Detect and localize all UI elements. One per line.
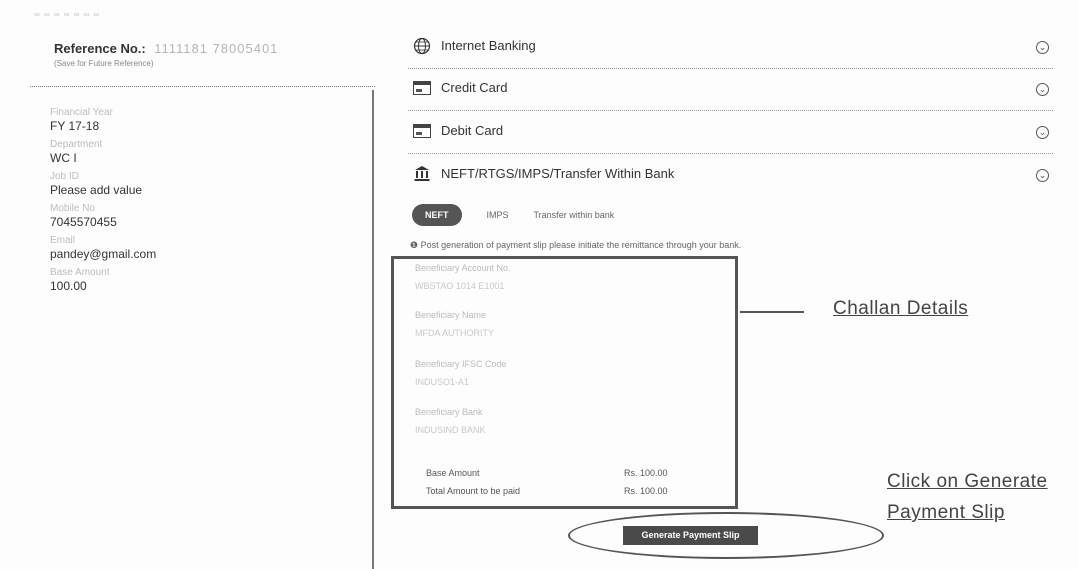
field-value: pandey@gmail.com	[50, 247, 157, 261]
tab-transfer-within-bank[interactable]: Transfer within bank	[534, 210, 615, 220]
annotation-challan-details: Challan Details	[833, 298, 969, 319]
base-amount-value: Rs. 100.00	[624, 468, 668, 478]
field-value: 7045570455	[50, 215, 117, 229]
field-label: Financial Year	[50, 107, 113, 118]
reference-label: Reference No.:	[54, 41, 146, 56]
chevron-down-icon[interactable]: ⌄	[1036, 41, 1049, 54]
beneficiary-ifsc-value: INDUSO1-A1	[415, 377, 470, 387]
summary-panel: Reference No.: 1111181 78005401 (Save fo…	[30, 40, 375, 293]
field-label: Email	[50, 235, 76, 246]
total-amount-value: Rs. 100.00	[624, 486, 668, 496]
tab-imps[interactable]: IMPS	[487, 210, 509, 220]
total-amount-row: Total Amount to be paid Rs. 100.00	[426, 486, 696, 496]
transfer-tabs: NEFT IMPS Transfer within bank	[412, 204, 614, 226]
section-credit-card[interactable]: Credit Card ⌄	[408, 69, 1053, 111]
base-amount-row: Base Amount Rs. 100.00	[426, 468, 696, 478]
field-department: Department WC I	[50, 139, 156, 171]
section-title: Credit Card	[441, 80, 508, 95]
top-note: ∞ ∞ ∞ ∞ ∞ ∞ ∞	[34, 10, 101, 19]
beneficiary-bank-label: Beneficiary Bank	[415, 407, 483, 417]
field-base-amount: Base Amount 100.00	[50, 267, 156, 299]
beneficiary-account-label: Beneficiary Account No.	[415, 263, 511, 273]
reference-note: (Save for Future Reference)	[54, 59, 154, 68]
beneficiary-name: Beneficiary Name MFDA AUTHORITY	[415, 310, 494, 338]
beneficiary-ifsc-label: Beneficiary IFSC Code	[415, 359, 507, 369]
section-title: Debit Card	[441, 123, 504, 138]
field-email: Email pandey@gmail.com	[50, 235, 156, 267]
field-value: Please add value	[50, 183, 143, 197]
section-title: Internet Banking	[441, 38, 536, 53]
field-mobile: Mobile No 7045570455	[50, 203, 156, 235]
annotation-click-generate-line1: Click on Generate	[887, 471, 1048, 492]
field-job-id: Job ID Please add value	[50, 171, 156, 203]
field-financial-year: Financial Year FY 17-18	[50, 107, 156, 139]
total-amount-label: Total Amount to be paid	[426, 486, 521, 496]
beneficiary-name-label: Beneficiary Name	[415, 310, 487, 320]
divider	[30, 86, 375, 87]
section-bank-transfer[interactable]: NEFT/RTGS/IMPS/Transfer Within Bank ⌄	[408, 155, 1053, 197]
info-text: Post generation of payment slip please i…	[420, 240, 742, 250]
column-divider	[372, 90, 374, 569]
info-icon: ❶	[410, 240, 421, 250]
info-message: ❶ Post generation of payment slip please…	[410, 240, 741, 251]
debit-card-icon	[412, 122, 432, 140]
beneficiary-account: Beneficiary Account No. WBSTAO 1014 E100…	[415, 263, 511, 291]
annotation-click-generate-line2: Payment Slip	[887, 502, 1005, 523]
field-label: Mobile No	[50, 203, 96, 214]
field-label: Job ID	[50, 171, 79, 182]
beneficiary-account-value: WBSTAO 1014 E1001	[415, 281, 505, 291]
beneficiary-bank: Beneficiary Bank INDUSIND BANK	[415, 407, 486, 435]
details-list: Financial Year FY 17-18 Department WC I …	[50, 107, 156, 299]
section-title: NEFT/RTGS/IMPS/Transfer Within Bank	[441, 166, 675, 181]
challan-details-box: Beneficiary Account No. WBSTAO 1014 E100…	[391, 256, 738, 509]
field-value: FY 17-18	[50, 119, 100, 133]
field-value: WC I	[50, 151, 77, 165]
field-value: 100.00	[50, 279, 87, 293]
chevron-down-icon[interactable]: ⌄	[1036, 126, 1049, 139]
base-amount-label: Base Amount	[426, 468, 480, 478]
generate-payment-slip-button[interactable]: Generate Payment Slip	[623, 526, 758, 545]
annotation-connector	[740, 311, 804, 313]
field-label: Base Amount	[50, 267, 110, 278]
beneficiary-name-value: MFDA AUTHORITY	[415, 328, 495, 338]
globe-icon	[412, 37, 432, 55]
beneficiary-ifsc: Beneficiary IFSC Code INDUSO1-A1	[415, 359, 507, 387]
bank-transfer-icon	[412, 165, 432, 183]
field-label: Department	[50, 139, 103, 150]
section-internet-banking[interactable]: Internet Banking ⌄	[408, 27, 1053, 69]
reference-block: Reference No.: 1111181 78005401 (Save fo…	[30, 40, 375, 68]
tab-neft[interactable]: NEFT	[412, 204, 462, 226]
section-debit-card[interactable]: Debit Card ⌄	[408, 112, 1053, 154]
chevron-down-icon[interactable]: ⌄	[1036, 169, 1049, 182]
reference-value: 1111181 78005401	[154, 41, 279, 56]
chevron-down-icon[interactable]: ⌄	[1036, 83, 1049, 96]
credit-card-icon	[412, 79, 432, 97]
beneficiary-bank-value: INDUSIND BANK	[415, 425, 486, 435]
